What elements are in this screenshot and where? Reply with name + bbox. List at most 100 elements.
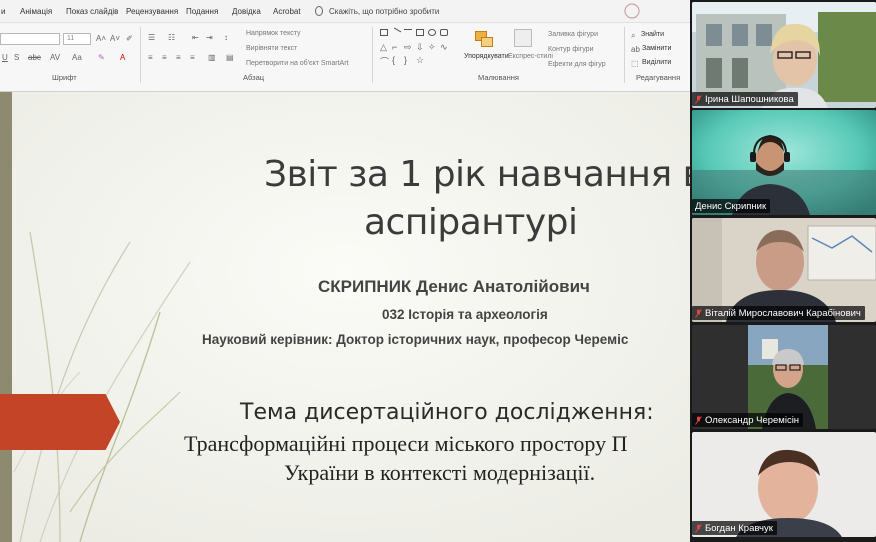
- share-icon[interactable]: [622, 2, 642, 20]
- video-tile-1[interactable]: Ірина Шапошникова: [692, 2, 876, 108]
- tab-view[interactable]: Подання: [186, 7, 218, 16]
- square-shape-icon[interactable]: [416, 29, 424, 36]
- char-spacing-icon[interactable]: AV: [50, 53, 60, 62]
- lightbulb-icon: [315, 6, 323, 16]
- mic-muted-icon: [695, 94, 702, 104]
- columns-icon[interactable]: ▥: [208, 53, 216, 62]
- quick-styles-button[interactable]: Експрес-стилі: [508, 53, 553, 60]
- ribbon-tabs: и Анімація Показ слайдів Рецензування По…: [0, 0, 690, 22]
- slide-canvas[interactable]: Звіт за 1 рік навчання в аспірантурі СКР…: [0, 92, 690, 542]
- text-direction-button[interactable]: Напрямок тексту: [246, 30, 301, 37]
- slide-topic-line1: Трансформаційні процеси міського простор…: [184, 431, 628, 456]
- replace-icon: ab: [631, 45, 640, 54]
- slide-topic-line2: України в контексті модернізації.: [284, 460, 596, 485]
- text-box-icon[interactable]: ▤: [226, 53, 234, 62]
- slide-title-line2: аспірантурі: [364, 202, 578, 243]
- brace-shape-icon[interactable]: {: [392, 55, 395, 65]
- align-text-button[interactable]: Вирівняти текст: [246, 45, 297, 52]
- shape-outline-button[interactable]: Контур фігури: [548, 46, 593, 53]
- arrow-right-shape-icon[interactable]: ⇨: [404, 42, 412, 53]
- tab-review[interactable]: Рецензування: [126, 7, 178, 16]
- slide-supervisor: Науковий керівник: Доктор історичних нау…: [202, 332, 629, 347]
- font-name-box[interactable]: [0, 33, 60, 45]
- line-spacing-icon[interactable]: ↕: [224, 33, 228, 42]
- line-shape-icon[interactable]: [390, 27, 402, 38]
- highlight-icon[interactable]: ✎: [98, 53, 105, 62]
- underline-icon[interactable]: U: [2, 53, 8, 62]
- arrange-icon[interactable]: [471, 29, 497, 51]
- shrink-font-icon[interactable]: A˅: [110, 34, 120, 43]
- strikethrough-icon[interactable]: S: [14, 53, 19, 62]
- mic-muted-icon: [695, 523, 702, 533]
- case-icon[interactable]: Aa: [72, 53, 82, 62]
- shapes-gallery[interactable]: △ ⌐ ⇨ ⇩ ✧ ∿ ⌒ { } ☆: [380, 27, 460, 71]
- mic-muted-icon: [695, 308, 702, 318]
- shape-fill-button[interactable]: Заливка фігури: [548, 31, 598, 38]
- rectangle-shape-icon[interactable]: [380, 29, 388, 36]
- tab-partial[interactable]: и: [1, 7, 5, 16]
- oval-shape-icon[interactable]: [428, 29, 436, 36]
- align-center-icon[interactable]: ≡: [162, 53, 167, 62]
- ribbon-home-panel: 11 A˄ A˅ ✐ U S abc AV Aa ✎ A Шрифт ☰ ☷ ⇤…: [0, 22, 690, 91]
- slide-left-bar: [0, 92, 12, 542]
- powerpoint-ribbon: и Анімація Показ слайдів Рецензування По…: [0, 0, 690, 92]
- star-shape-icon[interactable]: ✧: [428, 42, 436, 53]
- participant-nameplate: Богдан Кравчук: [692, 521, 777, 535]
- tab-animation[interactable]: Анімація: [20, 7, 52, 16]
- separator: [140, 27, 141, 83]
- curve-shape-icon[interactable]: ∿: [440, 42, 448, 53]
- tab-slideshow[interactable]: Показ слайдів: [66, 7, 118, 16]
- find-button[interactable]: Знайти: [641, 31, 664, 38]
- rounded-rect-shape-icon[interactable]: [440, 29, 448, 36]
- triangle-shape-icon[interactable]: △: [380, 42, 387, 53]
- numbering-icon[interactable]: ☷: [168, 33, 175, 42]
- search-icon: ⌕: [631, 31, 636, 40]
- justify-icon[interactable]: ≡: [190, 53, 195, 62]
- participant-name: Ірина Шапошникова: [705, 93, 794, 105]
- slide-speciality: 032 Історія та археологія: [382, 307, 548, 322]
- callout-shape-icon[interactable]: ⌒: [380, 55, 389, 68]
- clear-format-icon[interactable]: ✐: [126, 34, 133, 43]
- replace-button[interactable]: Замінити: [642, 45, 671, 52]
- grow-font-icon[interactable]: A˄: [96, 34, 106, 43]
- group-label-editing: Редагування: [636, 73, 681, 82]
- strike-abc-icon[interactable]: abc: [28, 53, 41, 62]
- participant-name: Віталій Мирославович Карабінович: [705, 307, 861, 319]
- convert-smartart-button[interactable]: Перетворити на об'єкт SmartArt: [246, 60, 349, 67]
- participant-nameplate: Ірина Шапошникова: [692, 92, 798, 106]
- tell-me-search[interactable]: Скажіть, що потрібно зробити: [329, 7, 439, 16]
- mic-muted-icon: [695, 415, 702, 425]
- line2-shape-icon[interactable]: [404, 29, 412, 36]
- font-color-icon[interactable]: A: [120, 53, 125, 62]
- tab-acrobat[interactable]: Acrobat: [273, 7, 301, 16]
- star-5-shape-icon[interactable]: ☆: [416, 55, 424, 66]
- arrow-down-shape-icon[interactable]: ⇩: [416, 42, 424, 53]
- separator: [624, 27, 625, 83]
- arrange-button[interactable]: Упорядкувати: [464, 53, 509, 60]
- outdent-icon[interactable]: ⇥: [206, 33, 213, 42]
- brace-close-shape-icon[interactable]: }: [404, 55, 407, 65]
- group-label-font: Шрифт: [52, 73, 77, 82]
- video-tile-3[interactable]: Віталій Мирославович Карабінович: [692, 218, 876, 322]
- select-button[interactable]: Виділити: [642, 59, 671, 66]
- elbow-shape-icon[interactable]: ⌐: [392, 42, 397, 52]
- font-size-box[interactable]: 11: [63, 33, 91, 45]
- indent-icon[interactable]: ⇤: [192, 33, 199, 42]
- align-right-icon[interactable]: ≡: [176, 53, 181, 62]
- participant-nameplate: Віталій Мирославович Карабінович: [692, 306, 865, 320]
- slide-topic-label: Тема дисертаційного дослідження:: [240, 400, 654, 425]
- shape-effects-button[interactable]: Ефекти для фігур: [548, 61, 606, 68]
- slide-arrow-accent: [0, 394, 120, 450]
- align-left-icon[interactable]: ≡: [148, 53, 153, 62]
- participant-nameplate: Олександр Черемісін: [692, 413, 804, 427]
- group-label-paragraph: Абзац: [243, 73, 265, 82]
- quick-styles-icon[interactable]: [514, 29, 532, 47]
- bullets-icon[interactable]: ☰: [148, 33, 155, 42]
- participant-name: Олександр Черемісін: [705, 414, 800, 426]
- participants-panel: Ірина Шапошникова Денис Скрипник Віталій…: [690, 0, 876, 542]
- tab-help[interactable]: Довідка: [232, 7, 261, 16]
- video-tile-4[interactable]: Олександр Черемісін: [692, 325, 876, 429]
- slide-title-line1: Звіт за 1 рік навчання в: [264, 154, 690, 195]
- video-tile-5[interactable]: Богдан Кравчук: [692, 432, 876, 537]
- video-tile-2[interactable]: Денис Скрипник: [692, 110, 876, 215]
